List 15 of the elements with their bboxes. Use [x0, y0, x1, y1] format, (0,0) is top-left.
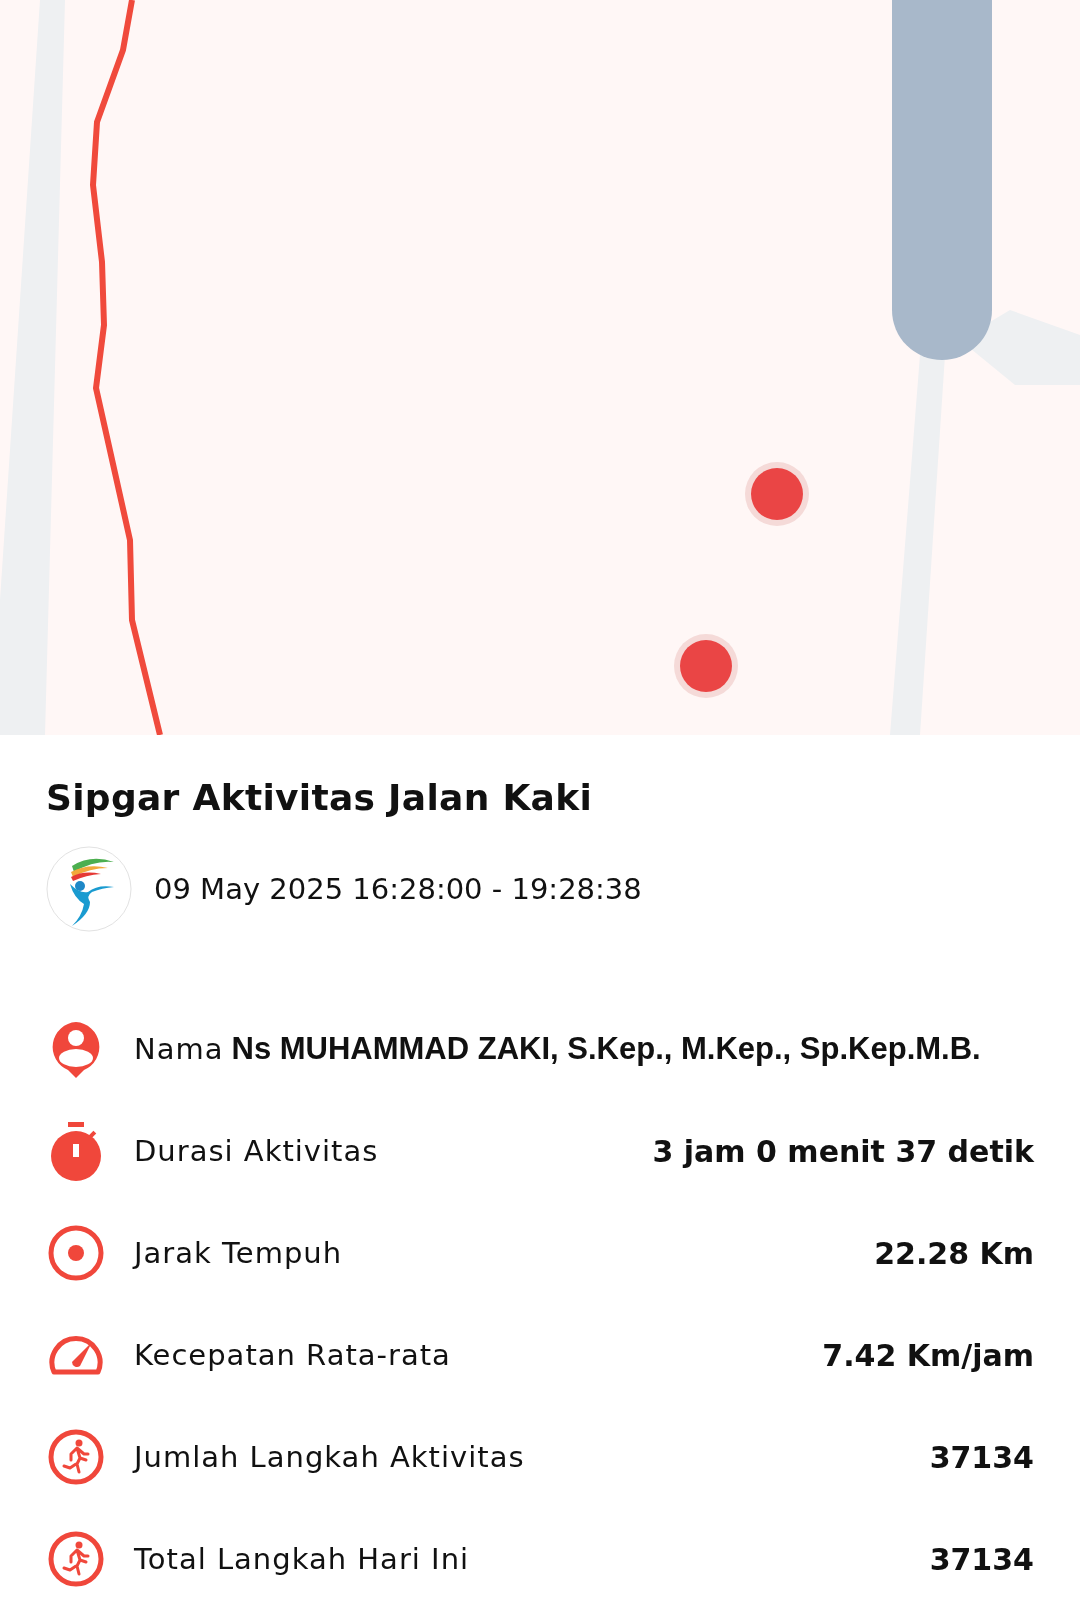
time-range: 09 May 2025 16:28:00 - 19:28:38 [154, 872, 642, 906]
stat-label: Jarak Tempuh [134, 1236, 343, 1270]
stat-label: Jumlah Langkah Aktivitas [134, 1440, 525, 1474]
stat-label: Nama [134, 1032, 224, 1066]
stat-label: Total Langkah Hari Ini [134, 1542, 470, 1576]
stat-value: 7.42 Km/jam [822, 1337, 1034, 1373]
activity-title: Sipgar Aktivitas Jalan Kaki [46, 777, 594, 818]
stat-label: Kecepatan Rata-rata [134, 1338, 451, 1372]
stat-value: 22.28 Km [874, 1235, 1034, 1271]
stat-value: Ns MUHAMMAD ZAKI, S.Kep., M.Kep., Sp.Kep.M.B. [231, 1031, 981, 1067]
stat-value: 3 jam 0 menit 37 detik [652, 1133, 1034, 1169]
stat-value: 37134 [929, 1541, 1034, 1577]
logo-icon [46, 846, 132, 932]
stat-label: Durasi Aktivitas [134, 1134, 379, 1168]
stat-value: 37134 [929, 1439, 1034, 1475]
